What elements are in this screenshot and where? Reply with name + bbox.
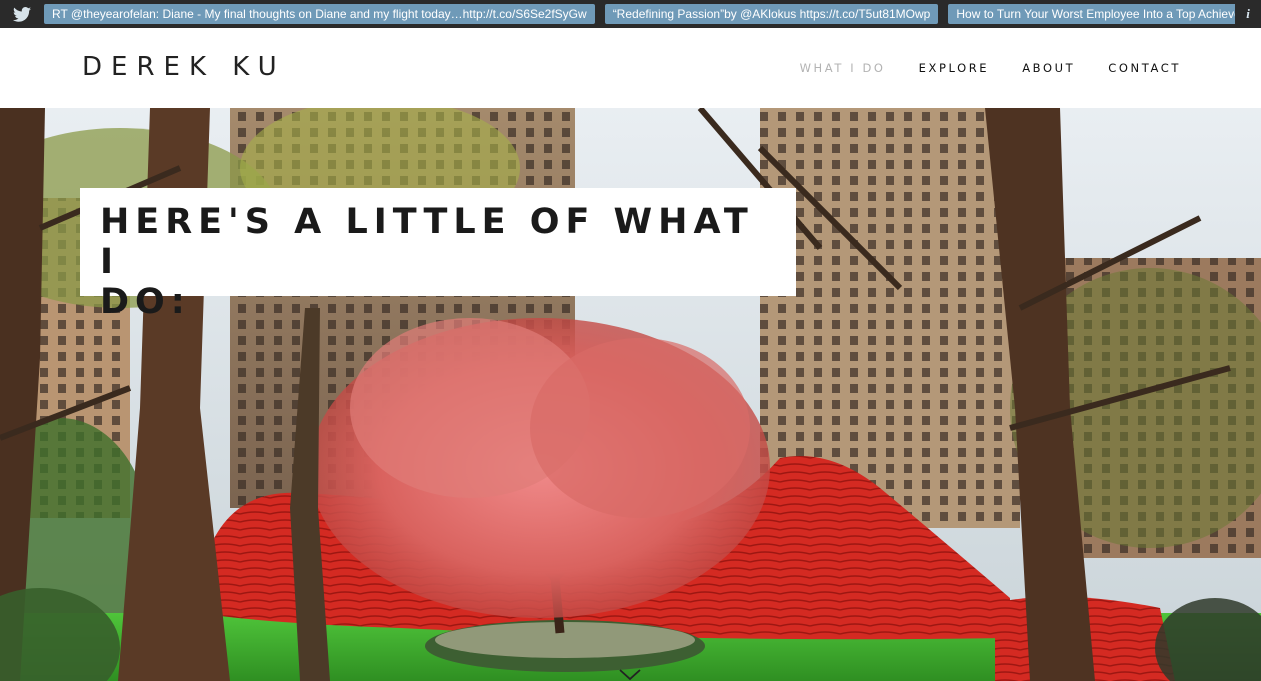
main-nav: WHAT I DO EXPLORE ABOUT CONTACT [800, 61, 1181, 75]
nav-what-i-do[interactable]: WHAT I DO [800, 61, 886, 75]
site-logo[interactable]: DEREK KU [82, 52, 286, 82]
hero-title-line-2: DO: [100, 282, 191, 322]
tweet-item[interactable]: RT @theyearofelan: Diane - My final thou… [44, 4, 595, 24]
hero-title-box: HERE'S A LITTLE OF WHAT I DO: [80, 188, 796, 322]
nav-explore[interactable]: EXPLORE [919, 61, 990, 75]
nav-contact[interactable]: CONTACT [1108, 61, 1181, 75]
ticker-track: RT @theyearofelan: Diane - My final thou… [44, 4, 1261, 24]
twitter-ticker: RT @theyearofelan: Diane - My final thou… [0, 0, 1261, 28]
nav-about[interactable]: ABOUT [1022, 61, 1075, 75]
tweet-item[interactable]: How to Turn Your Worst Employee Into a T… [948, 4, 1253, 24]
chevron-down-icon[interactable] [619, 668, 641, 681]
info-icon[interactable]: i [1235, 0, 1261, 28]
tweet-item[interactable]: “Redefining Passion”by @AKlokus https://… [604, 4, 939, 24]
hero-title-line-1: HERE'S A LITTLE OF WHAT I [100, 202, 754, 282]
site-header: DEREK KU WHAT I DO EXPLORE ABOUT CONTACT [0, 28, 1261, 108]
twitter-bird-icon[interactable] [0, 0, 44, 28]
hero-title: HERE'S A LITTLE OF WHAT I DO: [100, 202, 776, 322]
